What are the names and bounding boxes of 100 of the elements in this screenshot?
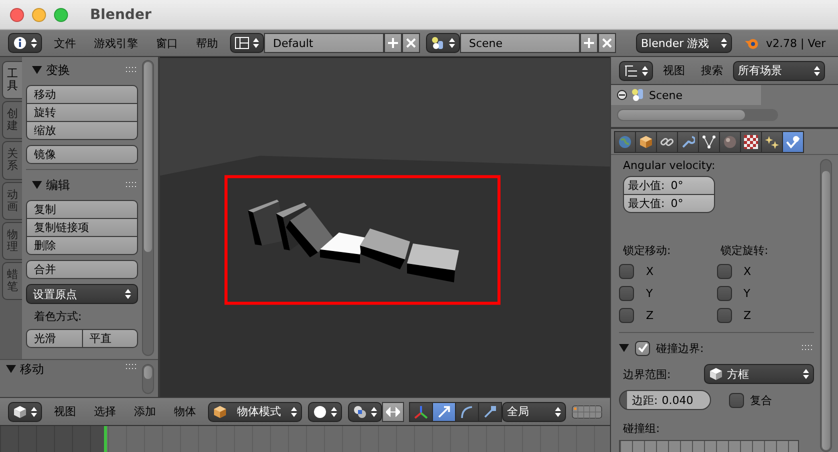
properties-tab[interactable]	[656, 130, 678, 152]
plus-icon	[584, 38, 594, 48]
tool-button[interactable]: 复制	[26, 200, 138, 219]
menu-item[interactable]: 文件	[48, 36, 82, 50]
updown-arrows-icon	[125, 288, 131, 300]
cube-icon	[639, 134, 653, 148]
tool-button[interactable]: 移动	[26, 85, 138, 104]
panel-title[interactable]: 编辑	[46, 176, 122, 194]
tool-button[interactable]: 镜像	[26, 145, 138, 164]
editor-type-button[interactable]	[8, 402, 42, 422]
double-arrow-icon	[386, 406, 400, 416]
tool-button[interactable]: 删除	[26, 236, 138, 255]
menu-item[interactable]: 选择	[88, 404, 122, 419]
manipulator-toggle[interactable]	[409, 402, 433, 422]
updown-arrows-icon	[449, 37, 455, 49]
menu-item[interactable]: 帮助	[190, 36, 224, 50]
scrollbar[interactable]	[142, 60, 154, 356]
editor-type-button[interactable]	[619, 60, 653, 80]
arc-icon	[460, 404, 474, 418]
transform-tool-button[interactable]	[432, 402, 456, 422]
checkbox-label: Z	[744, 309, 752, 322]
expanded-triangle-icon[interactable]	[32, 180, 42, 190]
panel-title[interactable]: 变换	[46, 62, 122, 78]
bounds-dropdown[interactable]: 方框	[704, 364, 814, 384]
checkbox[interactable]	[716, 308, 732, 323]
scene-selector[interactable]	[426, 33, 460, 53]
render-engine-dropdown[interactable]: Blender 游戏	[636, 33, 732, 53]
tool-button[interactable]: 缩放	[26, 121, 138, 140]
scrollbar[interactable]	[142, 364, 154, 394]
tool-button[interactable]: 平直	[82, 329, 138, 348]
scrollbar[interactable]	[820, 159, 832, 452]
expanded-triangle-icon[interactable]	[6, 364, 16, 374]
delete-button[interactable]	[598, 33, 616, 53]
transform-tool-button[interactable]	[478, 402, 502, 422]
scrollbar[interactable]	[617, 109, 778, 121]
delete-button[interactable]	[402, 33, 420, 53]
panel-title[interactable]: 移动	[20, 361, 122, 378]
shelf-tab[interactable]: 工具	[2, 61, 22, 100]
checkbox[interactable]	[619, 264, 634, 279]
menu-item[interactable]: 游戏引擎	[88, 36, 144, 50]
checkbox-label: X	[744, 265, 752, 278]
layout-name-field[interactable]: Default	[264, 33, 384, 53]
expanded-triangle-icon[interactable]	[619, 343, 629, 353]
cube-icon	[13, 404, 27, 418]
mode-dropdown[interactable]: 物体模式	[208, 402, 302, 422]
checkbox[interactable]	[716, 264, 732, 279]
checkbox-label: Y	[744, 287, 750, 300]
zoom-button[interactable]	[54, 8, 68, 22]
orientation-dropdown[interactable]: 全局	[502, 402, 566, 422]
snap-button[interactable]	[382, 402, 404, 422]
properties-tab[interactable]	[782, 130, 804, 152]
menu-item[interactable]: 物体	[168, 404, 202, 419]
checkbox[interactable]	[729, 392, 744, 408]
checkbox[interactable]	[619, 286, 634, 301]
properties-tab[interactable]	[740, 130, 762, 152]
tool-button[interactable]: 旋转	[26, 103, 138, 122]
number-field[interactable]: 最大值: 0°	[623, 194, 715, 213]
panel-title[interactable]: 碰撞边界:	[656, 340, 796, 356]
collapse-icon[interactable]	[617, 90, 627, 100]
number-field[interactable]: 最小值: 0°	[623, 176, 715, 195]
add-button[interactable]	[384, 33, 402, 53]
margin-field[interactable]: 边距: 0.040	[619, 390, 711, 410]
properties-tab[interactable]	[698, 130, 720, 152]
checkbox[interactable]	[619, 308, 634, 323]
expanded-triangle-icon[interactable]	[32, 65, 42, 75]
filter-dropdown[interactable]: 所有场景	[733, 60, 825, 80]
field-label: 边界范围:	[622, 366, 672, 382]
dropdown[interactable]: 设置原点	[26, 284, 138, 304]
scene-icon	[631, 88, 645, 102]
shading-dropdown[interactable]	[308, 402, 342, 422]
scene-name-field[interactable]: Scene	[460, 33, 580, 53]
outliner-row[interactable]: Scene	[611, 85, 761, 105]
properties-tab[interactable]	[761, 130, 783, 152]
menu-item[interactable]: 添加	[128, 404, 162, 419]
ball-orbit-icon	[786, 134, 800, 148]
version-label: v2.78 | Ver	[766, 36, 826, 50]
editor-type-button[interactable]	[8, 33, 42, 53]
updown-arrows-icon	[31, 37, 37, 49]
menu-item[interactable]: 窗口	[150, 36, 184, 50]
checkbox[interactable]	[716, 286, 732, 301]
properties-tab[interactable]	[635, 130, 657, 152]
pivot-dropdown[interactable]	[348, 402, 382, 422]
checkbox[interactable]	[635, 340, 650, 356]
properties-tab[interactable]	[719, 130, 741, 152]
tool-button[interactable]: 光滑	[26, 329, 82, 348]
add-button[interactable]	[580, 33, 598, 53]
tool-button[interactable]: 合并	[26, 260, 138, 279]
properties-tab[interactable]	[677, 130, 699, 152]
current-frame-line	[104, 426, 107, 452]
close-button[interactable]	[10, 8, 24, 22]
layout-selector[interactable]	[230, 33, 264, 53]
menu-item[interactable]: 搜索	[695, 63, 729, 78]
menu-item[interactable]: 视图	[657, 63, 691, 78]
updown-arrows-icon	[331, 406, 337, 418]
tool-button[interactable]: 复制链接项	[26, 218, 138, 237]
updown-arrows-icon	[814, 64, 820, 76]
checkbox-label: 复合	[750, 392, 772, 408]
transform-tool-button[interactable]	[455, 402, 479, 422]
menu-item[interactable]: 视图	[48, 404, 82, 419]
cube-icon	[213, 404, 227, 418]
